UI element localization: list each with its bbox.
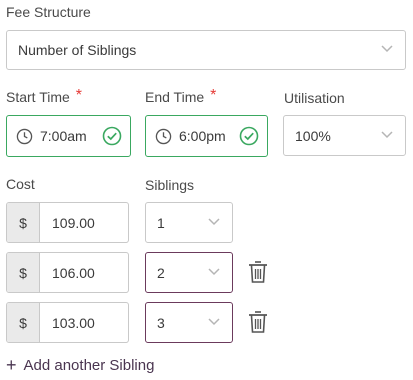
check-circle-icon (239, 126, 259, 146)
fee-structure-select[interactable]: Number of Siblings (6, 30, 406, 70)
siblings-select-3[interactable]: 3 (145, 302, 233, 343)
required-marker: * (75, 87, 83, 104)
clock-icon (16, 128, 33, 144)
start-time-value: 7:00am (40, 128, 87, 144)
end-time-value: 6:00pm (179, 128, 226, 144)
trash-icon[interactable] (248, 310, 268, 334)
cost-value: 106.00 (52, 264, 95, 281)
siblings-select-2[interactable]: 2 (145, 252, 233, 293)
siblings-select-1[interactable]: 1 (145, 202, 233, 243)
siblings-value: 3 (157, 314, 165, 331)
start-time-input[interactable]: 7:00am (6, 115, 131, 157)
utilisation-value: 100% (295, 127, 331, 144)
cost-label: Cost (6, 176, 35, 192)
cost-input-3[interactable]: $ 103.00 (6, 302, 129, 343)
add-sibling-label: Add another Sibling (23, 356, 155, 374)
currency-addon: $ (7, 203, 40, 242)
check-circle-icon (102, 126, 122, 146)
currency-addon: $ (7, 303, 40, 342)
fee-structure-label: Fee Structure (6, 4, 91, 20)
clock-icon (155, 128, 172, 144)
cost-input-1[interactable]: $ 109.00 (6, 202, 129, 243)
chevron-down-icon (381, 45, 393, 53)
chevron-down-icon (208, 317, 220, 325)
chevron-down-icon (208, 267, 220, 275)
siblings-label: Siblings (145, 177, 195, 193)
required-marker: * (210, 87, 217, 104)
cost-value: 109.00 (52, 214, 95, 231)
chevron-down-icon (208, 217, 220, 225)
chevron-down-icon (381, 130, 393, 138)
cost-input-2[interactable]: $ 106.00 (6, 252, 129, 293)
utilisation-label: Utilisation (284, 90, 345, 106)
cost-value: 103.00 (52, 314, 95, 331)
start-time-label: Start Time * (6, 87, 83, 105)
end-time-label: End Time * (145, 87, 217, 105)
plus-icon: + (6, 355, 17, 375)
fee-structure-value: Number of Siblings (18, 42, 137, 58)
trash-icon[interactable] (248, 260, 268, 284)
utilisation-select[interactable]: 100% (283, 115, 406, 156)
end-time-input[interactable]: 6:00pm (145, 115, 268, 157)
add-sibling-button[interactable]: + Add another Sibling (6, 356, 154, 374)
siblings-value: 1 (157, 214, 165, 231)
siblings-value: 2 (157, 264, 165, 281)
currency-addon: $ (7, 253, 40, 292)
